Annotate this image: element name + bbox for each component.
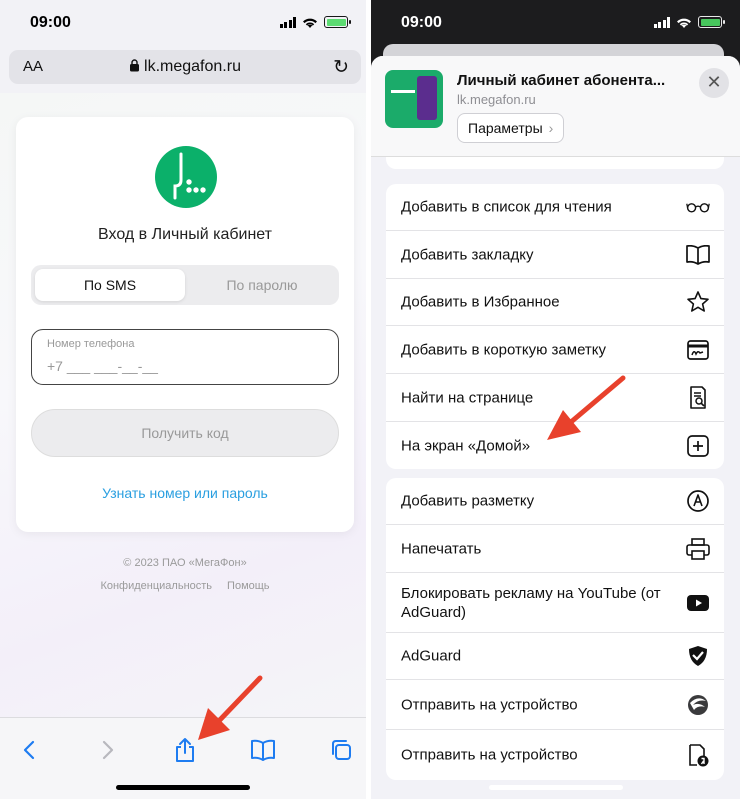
actions-group-2: Добавить разметку Напечатать Блокировать…: [386, 478, 724, 780]
phone-input[interactable]: +7 ___ ___-__-__: [47, 358, 158, 374]
address-bar[interactable]: AA lk.megafon.ru ↻: [9, 50, 361, 84]
book-icon: [686, 243, 710, 267]
login-title: Вход в Личный кабинет: [98, 226, 272, 243]
help-link[interactable]: Помощь: [227, 580, 270, 592]
add-square-icon: [686, 434, 710, 458]
status-bar: 09:00: [371, 0, 740, 46]
yandex-send-icon: [686, 743, 710, 767]
share-sheet: Личный кабинет абонента... lk.megafon.ru…: [371, 56, 740, 799]
star-icon: [686, 290, 710, 314]
action-send-to-device[interactable]: Отправить на устройство: [386, 680, 724, 730]
action-find-on-page[interactable]: Найти на странице: [386, 374, 724, 422]
home-indicator: [116, 785, 250, 790]
forgot-link[interactable]: Узнать номер или пароль: [16, 485, 354, 501]
lock-icon: [130, 59, 140, 72]
chevron-right-icon: ›: [548, 120, 554, 136]
forward-icon[interactable]: [93, 735, 123, 765]
action-print[interactable]: Напечатать: [386, 525, 724, 573]
right-screen: 09:00 Личный кабинет абонента... lk.mega…: [371, 0, 740, 799]
privacy-link[interactable]: Конфиденциальность: [100, 580, 212, 592]
back-icon[interactable]: [14, 735, 44, 765]
youtube-icon: [686, 591, 710, 615]
params-button[interactable]: Параметры ›: [457, 113, 565, 143]
footer-links: Конфиденциальность Помощь: [16, 580, 354, 592]
action-block-youtube-ads[interactable]: Блокировать рекламу на YouTube (от AdGua…: [386, 573, 724, 633]
action-send-to-device-2[interactable]: Отправить на устройство: [386, 730, 724, 780]
action-quick-note[interactable]: Добавить в короткую заметку: [386, 326, 724, 374]
params-label: Параметры: [468, 120, 543, 136]
actions-group-1: Добавить в список для чтения Добавить за…: [386, 184, 724, 469]
markup-icon: [686, 489, 710, 513]
url-text: lk.megafon.ru: [144, 58, 241, 75]
status-time: 09:00: [30, 14, 71, 31]
tabs-icon[interactable]: [326, 735, 356, 765]
glasses-icon: [686, 195, 710, 219]
cellular-signal-icon: [653, 16, 670, 28]
action-add-to-home-screen[interactable]: На экран «Домой»: [386, 422, 724, 469]
share-sheet-header: Личный кабинет абонента... lk.megafon.ru…: [371, 56, 740, 157]
megafon-logo: [155, 146, 217, 208]
phone-label: Номер телефона: [47, 338, 135, 350]
tab-sms[interactable]: По SMS: [35, 269, 185, 301]
reload-icon[interactable]: ↻: [333, 56, 349, 79]
find-in-page-icon: [686, 385, 710, 410]
left-screen: 09:00 AA lk.megafon.ru ↻ Вход в Личный к…: [0, 0, 366, 799]
battery-icon: [324, 16, 351, 28]
printer-icon: [686, 537, 710, 561]
action-reading-list[interactable]: Добавить в список для чтения: [386, 184, 724, 231]
battery-icon: [698, 16, 725, 28]
scrolled-row-edge: [386, 157, 724, 169]
status-time: 09:00: [401, 14, 442, 31]
share-title: Личный кабинет абонента...: [457, 72, 666, 89]
status-bar: 09:00: [0, 0, 366, 46]
tab-password[interactable]: По паролю: [187, 269, 337, 301]
share-url: lk.megafon.ru: [457, 92, 536, 107]
action-adguard[interactable]: AdGuard: [386, 633, 724, 680]
action-markup[interactable]: Добавить разметку: [386, 478, 724, 525]
cellular-signal-icon: [279, 16, 296, 28]
action-add-favorites[interactable]: Добавить в Избранное: [386, 279, 724, 326]
adguard-shield-icon: [686, 644, 710, 668]
get-code-button[interactable]: Получить код: [31, 409, 339, 457]
wifi-icon: [677, 18, 691, 28]
login-tabs: По SMS По паролю: [31, 265, 339, 305]
site-thumbnail: [385, 70, 443, 128]
quick-note-icon: [686, 338, 710, 362]
home-indicator: [489, 785, 623, 790]
bookmarks-icon[interactable]: [248, 735, 278, 765]
send-device-icon: [686, 693, 710, 717]
copyright: © 2023 ПАО «МегаФон»: [123, 557, 247, 569]
wifi-icon: [303, 18, 317, 28]
phone-field[interactable]: Номер телефона +7 ___ ___-__-__: [31, 329, 339, 385]
action-add-bookmark[interactable]: Добавить закладку: [386, 231, 724, 279]
share-icon[interactable]: [170, 735, 200, 765]
close-icon[interactable]: ✕: [699, 68, 729, 98]
